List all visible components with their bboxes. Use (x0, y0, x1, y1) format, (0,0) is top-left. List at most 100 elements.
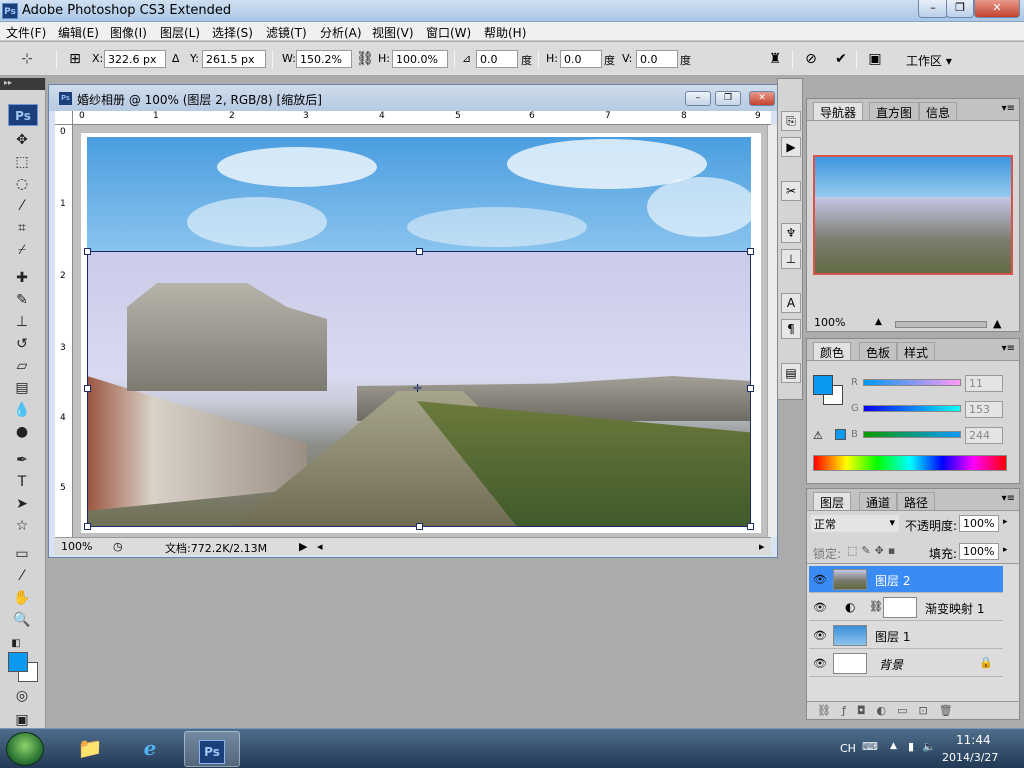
reference-point-icon[interactable]: ⊞ (66, 50, 84, 68)
tab-info[interactable]: 信息 (919, 102, 958, 120)
clone-stamp-icon[interactable]: ⊥ (12, 312, 32, 332)
panel-menu-icon[interactable]: ▾≡ (1002, 103, 1015, 114)
transform-handle[interactable] (416, 523, 423, 530)
warp-icon[interactable]: ♜ (766, 50, 784, 68)
transform-handle[interactable] (84, 523, 91, 530)
ruler-corner[interactable] (55, 111, 73, 125)
marquee-tool-icon[interactable]: ⬚ (12, 152, 32, 172)
magic-wand-icon[interactable]: ⁄ (12, 196, 32, 216)
keyboard-icon[interactable]: ⌨ (862, 740, 878, 753)
workspace-menu[interactable]: 工作区 ▾ (906, 52, 952, 69)
canvas-area[interactable]: 0 1 2 3 4 5 6 7 8 9 0 1 2 3 4 5 ✛ (55, 111, 771, 537)
g-slider[interactable] (863, 405, 961, 412)
history-brush-icon[interactable]: ↺ (12, 334, 32, 354)
status-menu-arrow-icon[interactable]: ▶ (299, 540, 307, 553)
transform-handle[interactable] (84, 385, 91, 392)
eyedropper-tool-icon[interactable]: ⁄ (12, 566, 32, 586)
scroll-left-icon[interactable]: ◂ (317, 540, 323, 553)
r-field[interactable]: 11 (965, 375, 1003, 392)
transform-handle[interactable] (416, 248, 423, 255)
visibility-eye-icon[interactable]: 👁 (813, 657, 827, 670)
menu-image[interactable]: 图像(I) (110, 24, 147, 41)
fill-arrow-icon[interactable]: ▸ (1003, 545, 1008, 555)
color-spectrum-bar[interactable] (813, 455, 1007, 471)
dodge-tool-icon[interactable]: ● (12, 422, 32, 442)
g-field[interactable]: 153 (965, 401, 1003, 418)
transform-handle[interactable] (747, 523, 754, 530)
vskew-field[interactable]: 0.0 (636, 50, 678, 68)
clone-source-icon[interactable]: ⊥ (781, 249, 801, 269)
lock-icons[interactable]: ⬚✎✥▪ (847, 544, 899, 557)
zoom-tool-icon[interactable]: 🔍 (12, 610, 32, 630)
doc-close-button[interactable]: ✕ (749, 91, 775, 106)
history-panel-icon[interactable]: ⎘ (781, 111, 801, 131)
menu-help[interactable]: 帮助(H) (484, 24, 526, 41)
tool-presets-icon[interactable]: ✂ (781, 181, 801, 201)
tab-histogram[interactable]: 直方图 (869, 102, 920, 120)
bridge-icon[interactable]: ▣ (866, 50, 884, 68)
opacity-field[interactable]: 100% (959, 515, 999, 532)
transform-handle[interactable] (84, 248, 91, 255)
clock-date[interactable]: 2014/3/27 (942, 751, 998, 764)
tab-styles[interactable]: 样式 (897, 342, 936, 360)
scroll-right-icon[interactable]: ▸ (759, 540, 765, 553)
clock-time[interactable]: 11:44 (956, 733, 991, 747)
visibility-eye-icon[interactable]: 👁 (813, 601, 827, 614)
vertical-ruler[interactable]: 0 1 2 3 4 5 (55, 125, 73, 537)
layer-row[interactable]: 👁 图层 2 (809, 566, 1003, 593)
lasso-tool-icon[interactable]: ◌ (12, 174, 32, 194)
default-colors-icon[interactable]: ◧ ⇆ (6, 634, 26, 669)
toolbox-grip[interactable]: ▸▸ (0, 78, 45, 90)
opacity-arrow-icon[interactable]: ▸ (1003, 517, 1008, 527)
slice-tool-icon[interactable]: ⌿ (12, 240, 32, 260)
document-canvas[interactable]: ✛ (81, 133, 761, 533)
tray-expand-icon[interactable]: ▲ (890, 741, 897, 751)
status-info-icon[interactable]: ◷ (113, 540, 123, 553)
layer-row[interactable]: 👁 背景 🔒 (809, 650, 1003, 677)
tab-swatches[interactable]: 色板 (859, 342, 898, 360)
visibility-eye-icon[interactable]: 👁 (813, 629, 827, 642)
zoom-in-icon[interactable]: ▲ (993, 317, 1001, 330)
transform-handle[interactable] (747, 248, 754, 255)
zoom-level[interactable]: 100% (61, 540, 92, 553)
web-color-swatch[interactable] (835, 429, 846, 440)
panel-menu-icon[interactable]: ▾≡ (1002, 493, 1015, 504)
brush-tool-icon[interactable]: ✎ (12, 290, 32, 310)
type-tool-icon[interactable]: T (12, 472, 32, 492)
width-field[interactable]: 150.2% (296, 50, 352, 68)
layer-row[interactable]: 👁 图层 1 (809, 622, 1003, 649)
crop-tool-icon[interactable]: ⌗ (12, 218, 32, 238)
tab-paths[interactable]: 路径 (897, 492, 936, 510)
healing-brush-icon[interactable]: ✚ (12, 268, 32, 288)
navigator-zoom-slider[interactable] (895, 321, 987, 328)
cancel-transform-icon[interactable]: ⊘ (802, 50, 820, 68)
tab-navigator[interactable]: 导航器 (813, 102, 864, 120)
menu-view[interactable]: 视图(V) (372, 24, 414, 41)
start-button[interactable] (6, 732, 44, 766)
b-field[interactable]: 244 (965, 427, 1003, 444)
quick-mask-icon[interactable]: ◎ (12, 686, 32, 706)
tab-channels[interactable]: 通道 (859, 492, 898, 510)
navigator-thumbnail[interactable] (813, 155, 1013, 275)
doc-minimize-button[interactable]: – (685, 91, 711, 106)
ie-taskbar-icon[interactable]: e (122, 731, 178, 767)
navigator-zoom-field[interactable]: 100% (811, 315, 869, 332)
explorer-taskbar-icon[interactable]: 📁 (62, 731, 118, 767)
shape-tool-icon[interactable]: ☆ (12, 516, 32, 536)
paragraph-panel-icon[interactable]: ¶ (781, 319, 801, 339)
tab-layers[interactable]: 图层 (813, 492, 852, 510)
layer-comps-icon[interactable]: ▤ (781, 363, 801, 383)
vertical-scrollbar[interactable] (767, 125, 777, 537)
layers-bottom-bar[interactable]: ⛓ƒ◘◐▭⊡🗑 (807, 701, 1019, 719)
menu-layer[interactable]: 图层(L) (160, 24, 200, 41)
actions-panel-icon[interactable]: ▶ (781, 137, 801, 157)
link-icon[interactable]: ⛓ (869, 600, 883, 613)
menu-window[interactable]: 窗口(W) (426, 24, 471, 41)
menu-file[interactable]: 文件(F) (6, 24, 46, 41)
photoshop-taskbar-icon[interactable]: Ps (184, 731, 240, 767)
menu-analysis[interactable]: 分析(A) (320, 24, 362, 41)
notes-tool-icon[interactable]: ▭ (12, 544, 32, 564)
blur-tool-icon[interactable]: 💧 (12, 400, 32, 420)
height-field[interactable]: 100.0% (392, 50, 448, 68)
character-panel-icon[interactable]: A (781, 293, 801, 313)
